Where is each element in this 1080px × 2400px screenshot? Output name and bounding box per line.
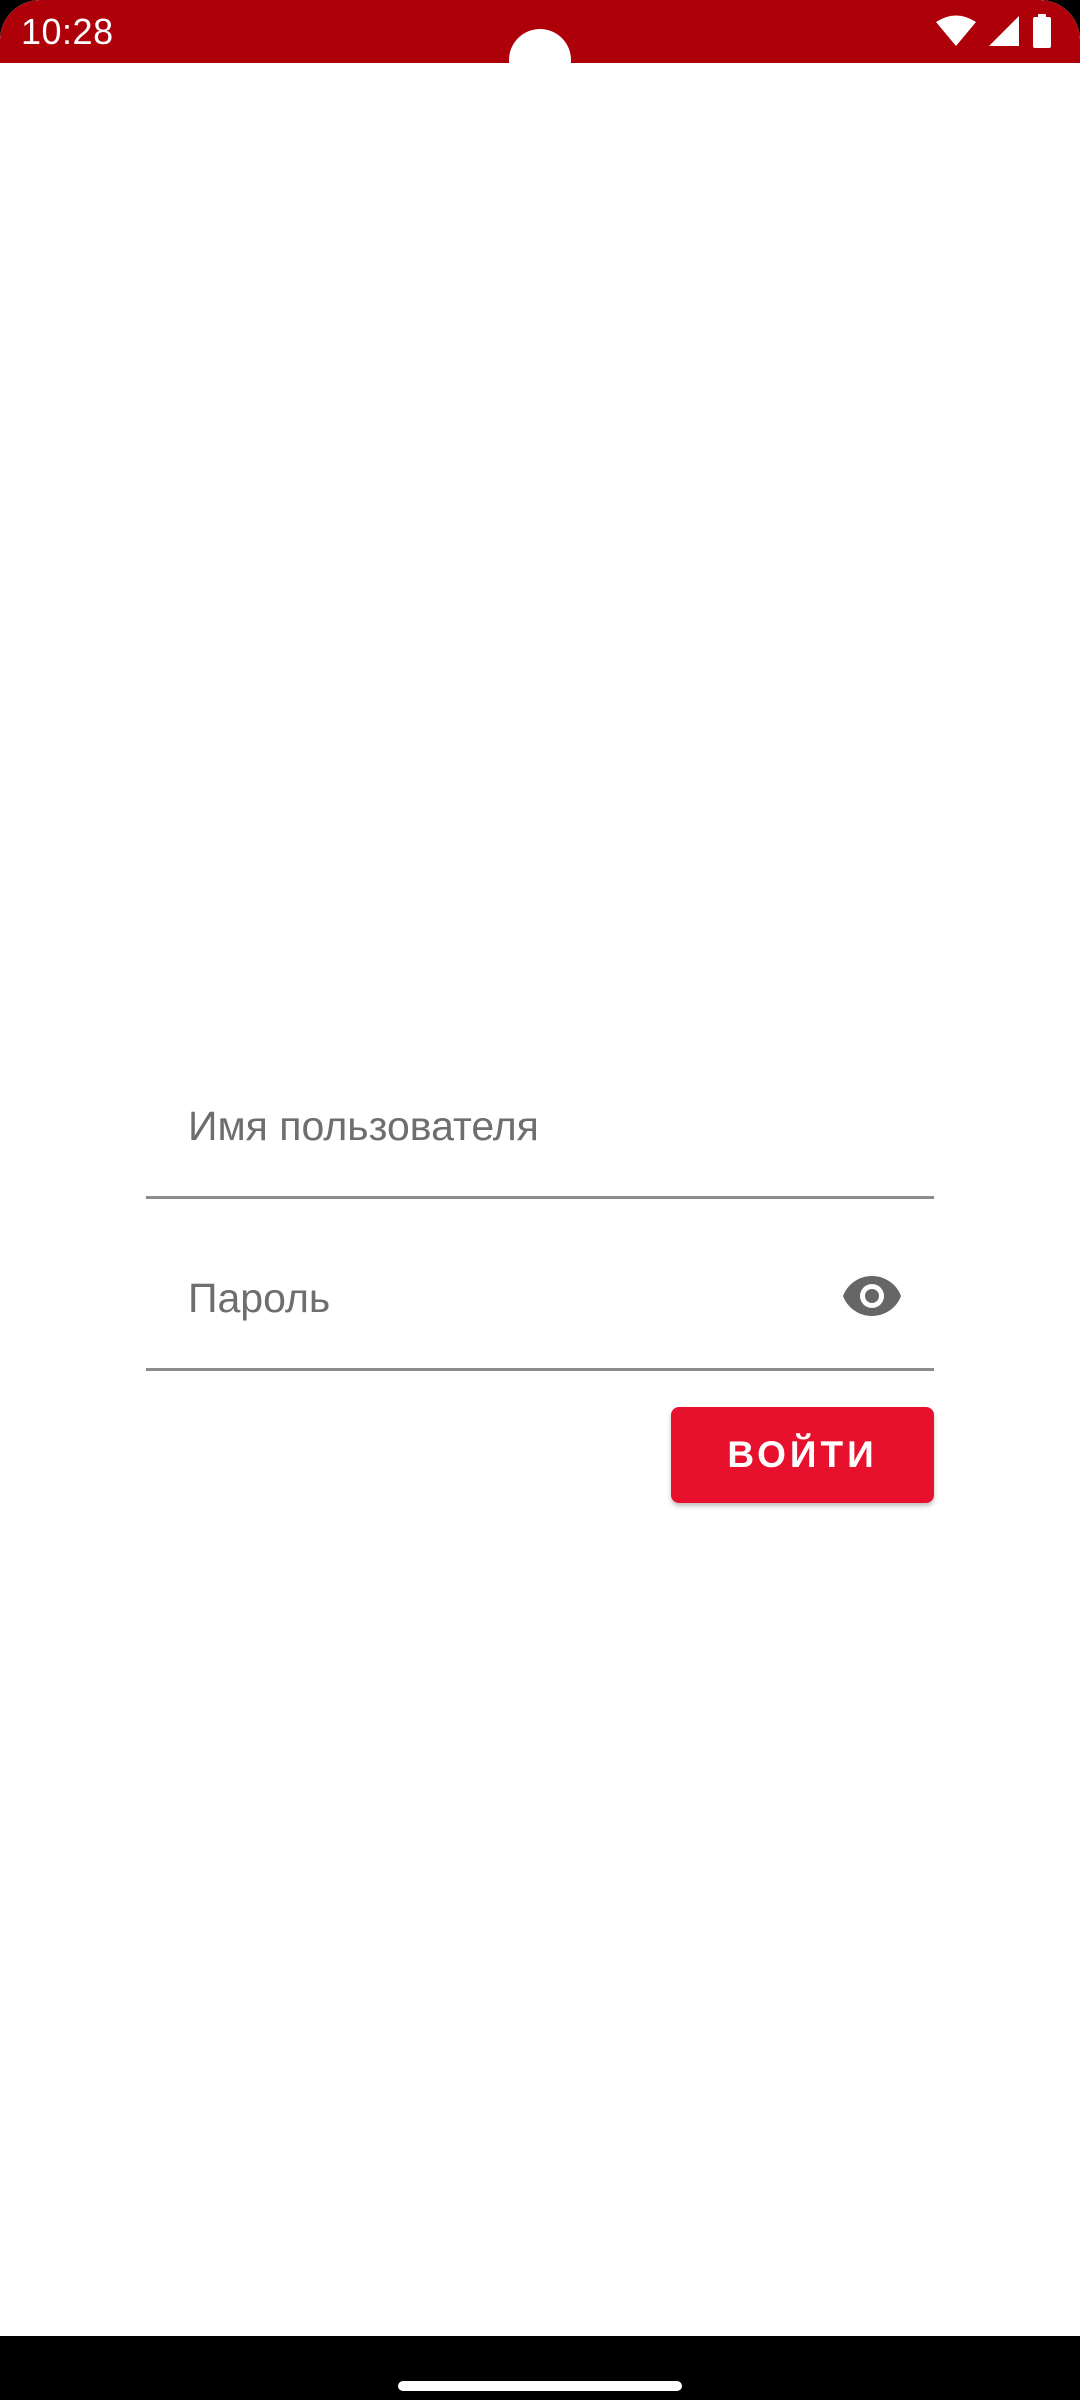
username-placeholder: Имя пользователя — [188, 1103, 539, 1149]
wifi-icon — [936, 15, 976, 46]
camera-cutout — [509, 29, 571, 91]
eye-icon[interactable] — [842, 1274, 902, 1318]
password-placeholder: Пароль — [188, 1275, 331, 1321]
home-gesture-handle[interactable] — [398, 2381, 682, 2391]
username-field[interactable]: Имя пользователя — [146, 1060, 934, 1199]
cellular-signal-icon — [989, 16, 1019, 46]
status-bar: 10:28 — [0, 0, 1080, 91]
app-screen: 10:28 Имя пользователя Пароль ВОЙТИ — [0, 0, 1080, 2400]
login-button[interactable]: ВОЙТИ — [671, 1407, 934, 1503]
status-icons — [936, 14, 1052, 48]
screen-corner-left — [0, 2336, 40, 2400]
status-time: 10:28 — [21, 11, 114, 52]
password-field[interactable]: Пароль — [146, 1232, 934, 1371]
battery-icon — [1033, 14, 1051, 48]
